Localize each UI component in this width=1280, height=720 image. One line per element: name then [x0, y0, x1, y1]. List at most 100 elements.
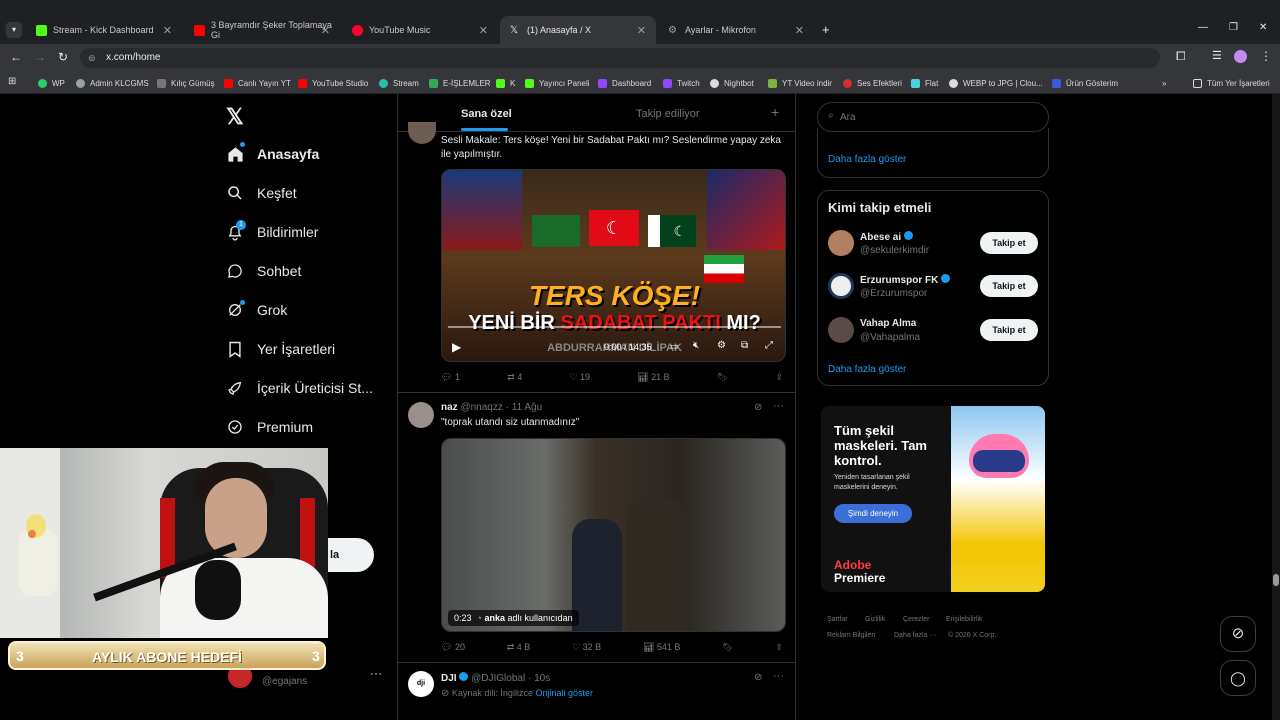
site-info-icon[interactable]: ⊜ [88, 48, 96, 68]
fullscreen-icon[interactable]: ⤢ [765, 340, 773, 351]
tab-youtube-video[interactable]: 3 Bayramdır Şeker Toplamaya Gi ✕ [184, 16, 340, 44]
apps-grid-icon[interactable]: ⊞ [8, 76, 16, 87]
repost-button[interactable]: ⇄ 4 [507, 372, 522, 383]
extensions-icon[interactable]: ⧠ [1176, 49, 1186, 64]
close-icon[interactable]: ✕ [795, 24, 804, 37]
pip-icon[interactable]: ⧉ [741, 340, 748, 351]
tab-x-home[interactable]: 𝕏 (1) Anasayfa / X ✕ [500, 16, 656, 44]
bookmark-twitch[interactable]: Twitch [663, 76, 700, 90]
avatar[interactable] [828, 317, 854, 343]
grok-icon[interactable]: ⊘ [754, 402, 762, 413]
tab-following[interactable]: Takip ediliyor [636, 108, 700, 120]
x-logo-icon[interactable]: 𝕏 [226, 104, 244, 130]
bookmark-yt-video-indir[interactable]: YT Video indir [768, 76, 832, 90]
footer-link[interactable]: Çerezler [903, 616, 929, 623]
follow-button[interactable]: Takip et [980, 275, 1038, 297]
nav-grok[interactable]: Grok [226, 296, 287, 324]
credit-name[interactable]: anka [485, 613, 506, 623]
footer-link[interactable]: Daha fazla ··· [894, 632, 936, 639]
restore-icon[interactable]: ❐ [1229, 22, 1238, 33]
address-input[interactable]: ⊜ x.com/home [80, 48, 1160, 68]
avatar[interactable] [828, 230, 854, 256]
nav-notifications[interactable]: Bildirimler 1 [226, 218, 318, 246]
bookmark-e-islemler[interactable]: E-İŞLEMLER [429, 76, 491, 90]
share-icon[interactable]: ⇪ [775, 372, 783, 383]
bookmark-k[interactable]: K [496, 76, 515, 90]
avatar[interactable] [828, 273, 854, 299]
grok-floating-button[interactable]: ⊘ [1220, 616, 1256, 652]
back-icon[interactable]: ← [10, 50, 22, 64]
avatar[interactable] [408, 402, 434, 428]
minimize-icon[interactable]: — [1198, 22, 1208, 33]
repost-button[interactable]: ⇄ 4 B [507, 642, 531, 653]
more-bookmarks-icon[interactable]: » [1162, 76, 1166, 90]
captions-icon[interactable]: ▭ [670, 341, 679, 352]
nav-home[interactable]: Anasayfa [226, 140, 319, 168]
nav-chat[interactable]: Sohbet [226, 257, 301, 285]
video-player[interactable]: 0:23 ◔ anka adlı kullanıcıdan [441, 438, 786, 632]
messages-floating-button[interactable]: ◯ [1220, 660, 1256, 696]
views-button[interactable]: 📊︎ 21 B [637, 372, 669, 383]
share-icon[interactable]: ⇪ [775, 642, 783, 653]
tab-kick-dashboard[interactable]: Stream - Kick Dashboard ✕ [26, 16, 182, 44]
reload-icon[interactable]: ↻ [58, 50, 68, 64]
footer-link[interactable]: Reklam Bilgileri [827, 632, 875, 639]
tab-search-button[interactable]: ▾ [6, 22, 22, 38]
views-button[interactable]: 📊︎ 541 B [643, 642, 680, 653]
ad-banner[interactable]: Tüm şekil maskeleri. Tam kontrol. Yenide… [821, 406, 1045, 592]
suggestion-name[interactable]: Erzurumspor FK [860, 274, 951, 286]
author-name[interactable]: DJI [441, 673, 457, 684]
all-bookmarks-folder[interactable]: Tüm Yer İşaretleri [1193, 76, 1270, 90]
close-icon[interactable]: ✕ [163, 24, 172, 37]
mute-icon[interactable]: 🔇︎ [693, 340, 699, 351]
play-icon[interactable]: ▶ [452, 340, 461, 354]
bookmark-kilic[interactable]: Kılıç Gümüş [157, 76, 215, 90]
more-options-icon[interactable]: ··· [773, 670, 784, 682]
footer-link[interactable]: Şartlar [827, 616, 848, 623]
bookmark-icon[interactable]: 🔖︎ [717, 372, 728, 383]
more-options-icon[interactable]: ··· [370, 666, 382, 680]
video-progress-bar[interactable] [448, 326, 781, 328]
ad-cta-button[interactable]: Şimdi deneyin [834, 504, 912, 523]
author-name[interactable]: naz [441, 402, 458, 413]
show-more-link[interactable]: Daha fazla göster [828, 154, 906, 165]
new-tab-button[interactable]: + [822, 22, 830, 37]
close-window-icon[interactable]: ✕ [1259, 22, 1267, 33]
bookmark-stream[interactable]: Stream [379, 76, 419, 90]
suggestion-name[interactable]: Vahap Alma [860, 318, 916, 329]
tab-settings-microphone[interactable]: ⚙ Ayarlar - Mikrofon ✕ [658, 16, 814, 44]
like-button[interactable]: ♡ 19 [569, 372, 590, 383]
show-more-link[interactable]: Daha fazla göster [828, 364, 906, 375]
bookmark-flat[interactable]: Flat [911, 76, 938, 90]
close-icon[interactable]: ✕ [479, 24, 488, 37]
post-date[interactable]: · 11 Ağu [506, 402, 543, 413]
tab-youtube-music[interactable]: YouTube Music ✕ [342, 16, 498, 44]
footer-link[interactable]: Erişilebilirlik [946, 616, 983, 623]
author-handle[interactable]: @DJIGlobal [471, 673, 525, 684]
suggestion-name[interactable]: Abese ai [860, 231, 913, 243]
bookmark-canli-yayin[interactable]: Canlı Yayın YT [224, 76, 291, 90]
page-scrollbar[interactable] [1272, 94, 1280, 720]
bookmark-nightbot[interactable]: Nightbot [710, 76, 754, 90]
nav-premium[interactable]: Premium [226, 413, 313, 441]
bookmark-dashboard[interactable]: Dashboard [598, 76, 651, 90]
bookmark-wp[interactable]: WP [38, 76, 65, 90]
footer-link[interactable]: Gizlilik [865, 616, 885, 623]
video-player[interactable]: ☾ ☾ TERS KÖŞE! YENİ BİR SADABAT PAKTI MI… [441, 169, 786, 362]
bookmark-youtube-studio[interactable]: YouTube Studio [298, 76, 368, 90]
menu-icon[interactable]: ⋮ [1260, 49, 1272, 63]
more-options-icon[interactable]: ··· [773, 400, 784, 412]
nav-explore[interactable]: Keşfet [226, 179, 297, 207]
close-icon[interactable]: ✕ [637, 24, 646, 37]
avatar[interactable]: dji [408, 671, 434, 697]
forward-icon[interactable]: → [34, 50, 46, 64]
tab-for-you[interactable]: Sana özel [461, 108, 512, 120]
follow-button[interactable]: Takip et [980, 319, 1038, 341]
close-icon[interactable]: ✕ [321, 24, 330, 37]
reply-button[interactable]: 💬︎ 20 [441, 642, 465, 653]
settings-icon[interactable]: ⚙ [717, 340, 726, 351]
bookmark-icon[interactable]: 🔖︎ [722, 642, 733, 653]
nav-creator-studio[interactable]: İçerik Üreticisi St... [226, 374, 373, 402]
grok-icon[interactable]: ⊘ [754, 672, 762, 683]
bookmark-webp-to-jpg[interactable]: WEBP to JPG | Clou... [949, 76, 1043, 90]
